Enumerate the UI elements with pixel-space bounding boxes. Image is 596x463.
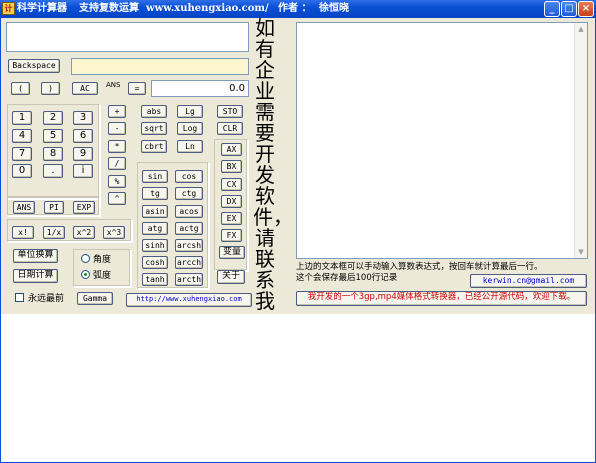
digit-6-button[interactable]: 6 bbox=[73, 129, 93, 143]
cube-button[interactable]: x^3 bbox=[103, 226, 125, 239]
atg-button[interactable]: atg bbox=[142, 222, 168, 235]
register-ex-button[interactable]: EX bbox=[221, 212, 242, 225]
app-subtitle: 支持复数运算 bbox=[79, 3, 139, 14]
modulo-button[interactable]: % bbox=[108, 175, 126, 188]
title-bar: 计 科学计算器 支持复数运算 www.xuhengxiao.com/ 作者 ： … bbox=[0, 0, 596, 18]
minimize-button[interactable]: _ bbox=[544, 1, 560, 17]
actg-button[interactable]: actg bbox=[175, 222, 203, 235]
lg-button[interactable]: Lg bbox=[177, 105, 203, 118]
register-bx-button[interactable]: BX bbox=[221, 160, 242, 173]
always-on-top-label: 永远最前 bbox=[28, 294, 65, 304]
digit-7-button[interactable]: 7 bbox=[12, 147, 32, 161]
arcsh-button[interactable]: arcsh bbox=[175, 239, 203, 252]
store-button[interactable]: STO bbox=[217, 105, 243, 118]
pi-button[interactable]: PI bbox=[44, 201, 64, 214]
reciprocal-button[interactable]: 1/x bbox=[43, 226, 65, 239]
minus-button[interactable]: - bbox=[108, 122, 126, 135]
degrees-radio[interactable] bbox=[81, 254, 90, 263]
scroll-up-icon[interactable]: ▲ bbox=[577, 25, 585, 33]
blank-area bbox=[0, 314, 596, 463]
author-name: 徐恒晓 bbox=[319, 3, 349, 14]
acos-button[interactable]: acos bbox=[175, 205, 203, 218]
maximize-button[interactable]: □ bbox=[561, 1, 577, 17]
history-info-line2: 这个会保存最后100行记录 bbox=[296, 273, 398, 283]
website-link-button[interactable]: http://www.xuhengxiao.com bbox=[126, 293, 252, 307]
radians-label: 弧度 bbox=[93, 271, 112, 281]
register-fx-button[interactable]: FX bbox=[221, 229, 242, 242]
multiply-button[interactable]: * bbox=[108, 140, 126, 153]
arcch-button[interactable]: arcch bbox=[175, 256, 203, 269]
date-calculation-button[interactable]: 日期计算 bbox=[13, 269, 58, 283]
digit-3-button[interactable]: 3 bbox=[73, 111, 93, 125]
email-link-button[interactable]: kerwin.cn@gmail.com bbox=[470, 274, 587, 288]
sqrt-button[interactable]: sqrt bbox=[141, 122, 167, 135]
variables-button[interactable]: 变量 bbox=[219, 246, 245, 259]
calculator-panel: Backspace ( ) AC ANS = 0.0 1 2 3 4 5 6 7… bbox=[0, 18, 596, 314]
calculator-app-icon: 计 bbox=[2, 2, 15, 15]
unit-conversion-button[interactable]: 单位换算 bbox=[13, 249, 58, 263]
degrees-label: 角度 bbox=[93, 255, 112, 265]
sinh-button[interactable]: sinh bbox=[142, 239, 168, 252]
arcth-button[interactable]: arcth bbox=[175, 273, 203, 286]
sin-button[interactable]: sin bbox=[142, 170, 168, 183]
scroll-down-icon[interactable]: ▼ bbox=[577, 248, 585, 256]
square-button[interactable]: x^2 bbox=[73, 226, 95, 239]
tanh-button[interactable]: tanh bbox=[142, 273, 168, 286]
digit-9-button[interactable]: 9 bbox=[73, 147, 93, 161]
ans-label: ANS bbox=[106, 81, 121, 89]
converter-download-button[interactable]: 我开发的一个3gp,mp4媒体格式转换器，已经公开源代码，欢迎下载。 bbox=[296, 291, 587, 306]
abs-button[interactable]: abs bbox=[141, 105, 167, 118]
cbrt-button[interactable]: cbrt bbox=[141, 140, 167, 153]
digit-8-button[interactable]: 8 bbox=[43, 147, 63, 161]
status-field bbox=[71, 58, 249, 75]
register-cx-button[interactable]: CX bbox=[221, 178, 242, 191]
history-textarea[interactable]: ▲ ▼ bbox=[296, 22, 588, 259]
equals-button[interactable]: = bbox=[128, 82, 146, 95]
imaginary-unit-button[interactable]: i bbox=[73, 164, 93, 178]
power-button[interactable]: ^ bbox=[108, 192, 126, 205]
cos-button[interactable]: cos bbox=[175, 170, 203, 183]
digit-2-button[interactable]: 2 bbox=[43, 111, 63, 125]
digit-4-button[interactable]: 4 bbox=[12, 129, 32, 143]
asin-button[interactable]: asin bbox=[142, 205, 168, 218]
contact-ad-text: 如有企业需要开发软件，请联系我 bbox=[253, 16, 293, 313]
expression-input[interactable] bbox=[6, 22, 249, 52]
gamma-button[interactable]: Gamma bbox=[77, 292, 113, 305]
close-button[interactable]: × bbox=[578, 1, 594, 17]
digit-1-button[interactable]: 1 bbox=[12, 111, 32, 125]
history-scrollbar[interactable]: ▲ ▼ bbox=[574, 23, 587, 258]
log-button[interactable]: Log bbox=[177, 122, 203, 135]
ac-button[interactable]: AC bbox=[72, 82, 98, 95]
close-paren-button[interactable]: ) bbox=[41, 82, 60, 95]
author-label: 作者 ： bbox=[278, 3, 312, 14]
app-title: 科学计算器 bbox=[17, 3, 67, 14]
cosh-button[interactable]: cosh bbox=[142, 256, 168, 269]
result-display: 0.0 bbox=[151, 80, 249, 97]
register-dx-button[interactable]: DX bbox=[221, 195, 242, 208]
digit-0-button[interactable]: 0 bbox=[12, 164, 32, 178]
ans-button[interactable]: ANS bbox=[13, 201, 35, 214]
exp-button[interactable]: EXP bbox=[73, 201, 95, 214]
always-on-top-checkbox[interactable] bbox=[15, 293, 24, 302]
divide-button[interactable]: / bbox=[108, 157, 126, 170]
plus-button[interactable]: + bbox=[108, 105, 126, 118]
open-paren-button[interactable]: ( bbox=[11, 82, 30, 95]
register-ax-button[interactable]: AX bbox=[221, 143, 242, 156]
ln-button[interactable]: Ln bbox=[177, 140, 203, 153]
factorial-button[interactable]: x! bbox=[12, 226, 34, 239]
decimal-point-button[interactable]: . bbox=[43, 164, 63, 178]
tg-button[interactable]: tg bbox=[142, 187, 168, 200]
about-button[interactable]: 关于 bbox=[217, 270, 245, 284]
backspace-button[interactable]: Backspace bbox=[8, 59, 60, 73]
app-url: www.xuhengxiao.com/ bbox=[146, 3, 269, 14]
radians-radio[interactable] bbox=[81, 270, 90, 279]
digit-5-button[interactable]: 5 bbox=[43, 129, 63, 143]
ctg-button[interactable]: ctg bbox=[175, 187, 203, 200]
clear-register-button[interactable]: CLR bbox=[217, 122, 243, 135]
